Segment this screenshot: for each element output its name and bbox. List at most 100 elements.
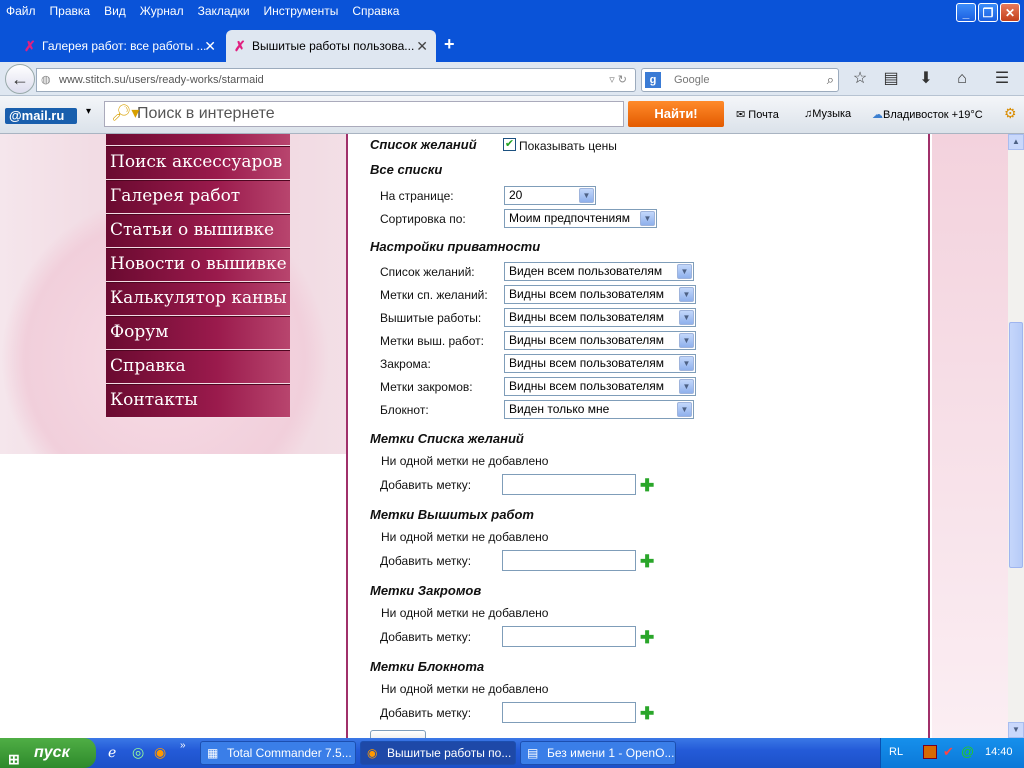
menu-bookmarks[interactable]: Закладки (198, 4, 250, 18)
url-input[interactable]: ◍ www.stitch.su/users/ready-works/starma… (36, 68, 636, 92)
start-button[interactable]: ⊞ пуск (0, 738, 96, 768)
taskbar-firefox[interactable]: ◉ Вышитые работы по... (360, 741, 516, 765)
internet-search-input[interactable]: 🔎︎▾ Поиск в интернете (104, 101, 624, 127)
sidebar-item-hidden[interactable] (106, 134, 290, 146)
menu-view[interactable]: Вид (104, 4, 126, 18)
menu-history[interactable]: Журнал (140, 4, 184, 18)
reload-icon[interactable]: ▿ ↻ (609, 69, 627, 91)
privacy-wishlist-tags-select[interactable]: Видны всем пользователям ▼ (504, 285, 696, 304)
web-search-input[interactable]: g Google ⌕ (641, 68, 839, 92)
search-icon[interactable]: ⌕ (827, 69, 834, 91)
settings-gear-icon[interactable]: ⚙ (1004, 105, 1017, 122)
tray-antivirus-icon[interactable]: ✔ (943, 744, 954, 760)
per-page-label: На странице: (380, 189, 454, 203)
mailru-logo[interactable]: @mail.ru (5, 108, 77, 124)
privacy-value: Видны всем пользователям (509, 333, 665, 347)
notebook-tag-input[interactable] (502, 702, 636, 723)
windows-taskbar: ⊞ пуск ℯ ◎ ◉ » ▦ Total Commander 7.5... ◉… (0, 738, 1024, 768)
weather-link[interactable]: ☁Владивосток +19°C (872, 108, 983, 121)
tray-agent-icon[interactable]: @ (961, 744, 974, 759)
privacy-notebook-select[interactable]: Виден только мне ▼ (504, 400, 694, 419)
privacy-works-select[interactable]: Видны всем пользователям ▼ (504, 308, 696, 327)
taskbar-total-commander[interactable]: ▦ Total Commander 7.5... (200, 741, 356, 765)
document-icon: ▤ (527, 746, 539, 760)
privacy-wishlist-select[interactable]: Виден всем пользователям ▼ (504, 262, 694, 281)
privacy-works-tags-select[interactable]: Видны всем пользователям ▼ (504, 331, 696, 350)
add-plus-icon[interactable]: ✚ (640, 553, 654, 570)
download-icon[interactable]: ⬇ (914, 68, 938, 90)
internet-search-placeholder: Поиск в интернете (137, 105, 275, 122)
privacy-stash-tags-select[interactable]: Видны всем пользователям ▼ (504, 377, 696, 396)
tab-ready-works[interactable]: ✗ Вышитые работы пользова... ✕ (226, 30, 436, 62)
close-window-button[interactable]: ✕ (1000, 3, 1020, 22)
quicklaunch-more-icon[interactable]: » (180, 740, 186, 751)
minimize-button[interactable]: _ (956, 3, 976, 22)
sidebar-item-contacts[interactable]: Контакты (106, 384, 290, 418)
add-plus-icon[interactable]: ✚ (640, 477, 654, 494)
privacy-value: Видны всем пользователям (509, 379, 665, 393)
scroll-down-icon[interactable]: ▼ (1008, 722, 1024, 738)
mail-link[interactable]: ✉ Почта (736, 108, 779, 121)
checkmark-icon: ✔ (504, 138, 515, 150)
tray-app-icon[interactable] (923, 745, 937, 759)
wishlist-tag-input[interactable] (502, 474, 636, 495)
taskbar-label: Вышитые работы по... (387, 746, 512, 760)
hamburger-menu-icon[interactable]: ☰ (990, 68, 1014, 90)
dropdown-arrow-icon[interactable]: ▾ (86, 106, 91, 117)
privacy-label: Закрома: (380, 357, 431, 371)
works-tag-input[interactable] (502, 550, 636, 571)
new-tab-button[interactable]: + (444, 34, 455, 55)
scroll-thumb[interactable] (1009, 322, 1023, 568)
menu-bar: Файл Правка Вид Журнал Закладки Инструме… (0, 0, 1024, 22)
menu-help[interactable]: Справка (352, 4, 399, 18)
save-button[interactable] (370, 730, 426, 738)
bookmarks-list-icon[interactable]: ▤ (879, 68, 903, 90)
restore-button[interactable]: ❐ (978, 3, 998, 22)
privacy-value: Видны всем пользователям (509, 287, 665, 301)
sidebar-item-forum[interactable]: Форум (106, 316, 290, 350)
quicklaunch-ie-icon[interactable]: ℯ (108, 744, 116, 761)
stash-tag-input[interactable] (502, 626, 636, 647)
tab-gallery[interactable]: ✗ Галерея работ: все работы ... ✕ (16, 30, 224, 62)
sidebar-item-calculator[interactable]: Калькулятор канвы (106, 282, 290, 316)
taskbar-openoffice[interactable]: ▤ Без имени 1 - OpenO... (520, 741, 676, 765)
menu-tools[interactable]: Инструменты (264, 4, 339, 18)
sidebar-item-gallery[interactable]: Галерея работ (106, 180, 290, 214)
sidebar-item-accessories[interactable]: Поиск аксессуаров (106, 146, 290, 180)
find-button[interactable]: Найти! (628, 101, 724, 127)
works-tags-title: Метки Вышитых работ (370, 507, 534, 522)
total-commander-icon: ▦ (207, 746, 219, 760)
close-tab-icon[interactable]: ✕ (416, 38, 428, 55)
page-scrollbar[interactable]: ▲ ▼ (1008, 134, 1024, 738)
sidebar-item-articles[interactable]: Статьи о вышивке (106, 214, 290, 248)
sort-label: Сортировка по: (380, 212, 466, 226)
sidebar-item-news[interactable]: Новости о вышивке (106, 248, 290, 282)
music-link[interactable]: ♫Музыка (804, 108, 851, 120)
sidebar-item-help[interactable]: Справка (106, 350, 290, 384)
sort-select[interactable]: Моим предпочтениям ▼ (504, 209, 657, 228)
back-button[interactable]: ← (5, 64, 35, 94)
close-tab-icon[interactable]: ✕ (204, 38, 216, 55)
mail-label: Почта (748, 109, 779, 121)
menu-file[interactable]: Файл (6, 4, 36, 18)
restore-icon: ❐ (982, 5, 994, 20)
chevron-down-icon: ▼ (677, 402, 692, 417)
add-plus-icon[interactable]: ✚ (640, 629, 654, 646)
privacy-stash-select[interactable]: Видны всем пользователям ▼ (504, 354, 696, 373)
per-page-select[interactable]: 20 ▼ (504, 186, 596, 205)
per-page-value: 20 (509, 188, 523, 202)
mailru-toolbar: @mail.ru ▾ 🔎︎▾ Поиск в интернете Найти! … (0, 96, 1024, 134)
privacy-label: Метки закромов: (380, 380, 473, 394)
scroll-up-icon[interactable]: ▲ (1008, 134, 1024, 150)
quicklaunch-firefox-icon[interactable]: ◉ (154, 744, 166, 761)
bookmark-star-icon[interactable]: ☆ (848, 68, 872, 90)
language-indicator[interactable]: RL (889, 746, 903, 758)
privacy-label: Список желаний: (380, 265, 475, 279)
privacy-value: Виден только мне (509, 402, 610, 416)
add-plus-icon[interactable]: ✚ (640, 705, 654, 722)
home-icon[interactable]: ⌂ (950, 68, 974, 90)
menu-edit[interactable]: Правка (50, 4, 91, 18)
quicklaunch-chrome-icon[interactable]: ◎ (132, 744, 144, 761)
no-tags-text: Ни одной метки не добавлено (381, 682, 549, 696)
show-prices-checkbox[interactable]: ✔ (503, 138, 516, 151)
